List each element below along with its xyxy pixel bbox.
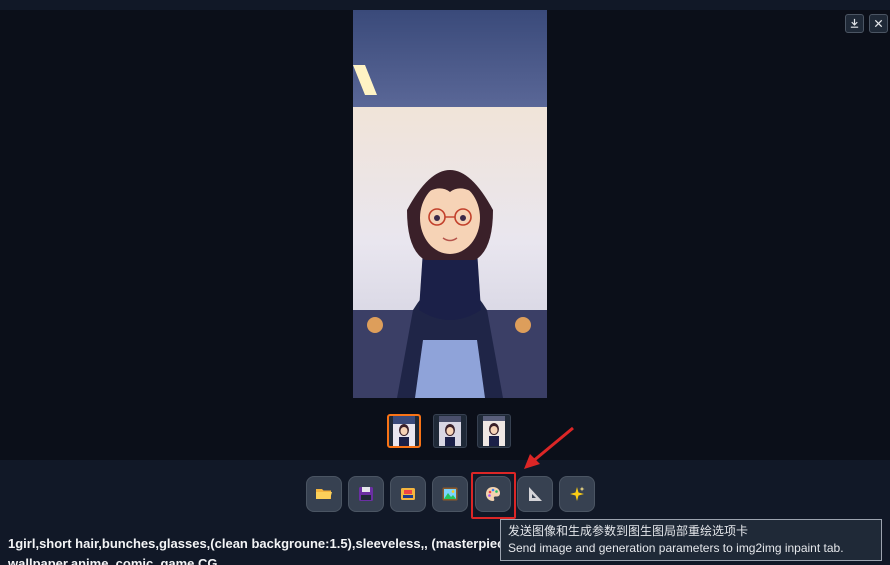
triangle-ruler-icon bbox=[529, 487, 542, 501]
thumbnail-image-icon bbox=[439, 416, 461, 446]
thumbnail-1[interactable] bbox=[387, 414, 421, 448]
magic-button[interactable] bbox=[559, 476, 595, 512]
open-folder-button[interactable] bbox=[306, 476, 342, 512]
tooltip-line-zh: 发送图像和生成参数到图生图局部重绘选项卡 bbox=[508, 524, 749, 538]
prompt-text-line-1: 1girl,short hair,bunches,glasses,(clean … bbox=[8, 536, 528, 551]
zip-icon bbox=[401, 488, 415, 500]
prompt-text-line-2: wallpaper,anime, comic, game CG bbox=[8, 556, 218, 565]
generated-image[interactable] bbox=[353, 10, 547, 398]
thumbnail-3[interactable] bbox=[477, 414, 511, 448]
zip-button[interactable] bbox=[390, 476, 426, 512]
download-icon bbox=[850, 18, 859, 28]
save-button[interactable] bbox=[348, 476, 384, 512]
sparkles-icon bbox=[570, 486, 585, 501]
close-button[interactable] bbox=[869, 14, 888, 33]
anime-girl-portrait bbox=[353, 10, 547, 398]
image-icon bbox=[442, 487, 458, 501]
tooltip: 发送图像和生成参数到图生图局部重绘选项卡 Send image and gene… bbox=[500, 519, 882, 561]
send-to-extras-button[interactable] bbox=[517, 476, 553, 512]
thumbnail-2[interactable] bbox=[433, 414, 467, 448]
red-arrow-icon bbox=[524, 426, 574, 469]
send-to-img2img-button[interactable] bbox=[432, 476, 468, 512]
close-icon bbox=[874, 19, 883, 28]
tooltip-line-en: Send image and generation parameters to … bbox=[508, 541, 844, 555]
highlight-box bbox=[471, 472, 516, 519]
thumbnail-image-icon bbox=[393, 416, 415, 446]
download-button[interactable] bbox=[845, 14, 864, 33]
thumbnail-image-icon bbox=[483, 416, 505, 446]
top-strip bbox=[0, 0, 890, 10]
save-icon bbox=[359, 487, 373, 501]
folder-icon bbox=[316, 489, 332, 499]
